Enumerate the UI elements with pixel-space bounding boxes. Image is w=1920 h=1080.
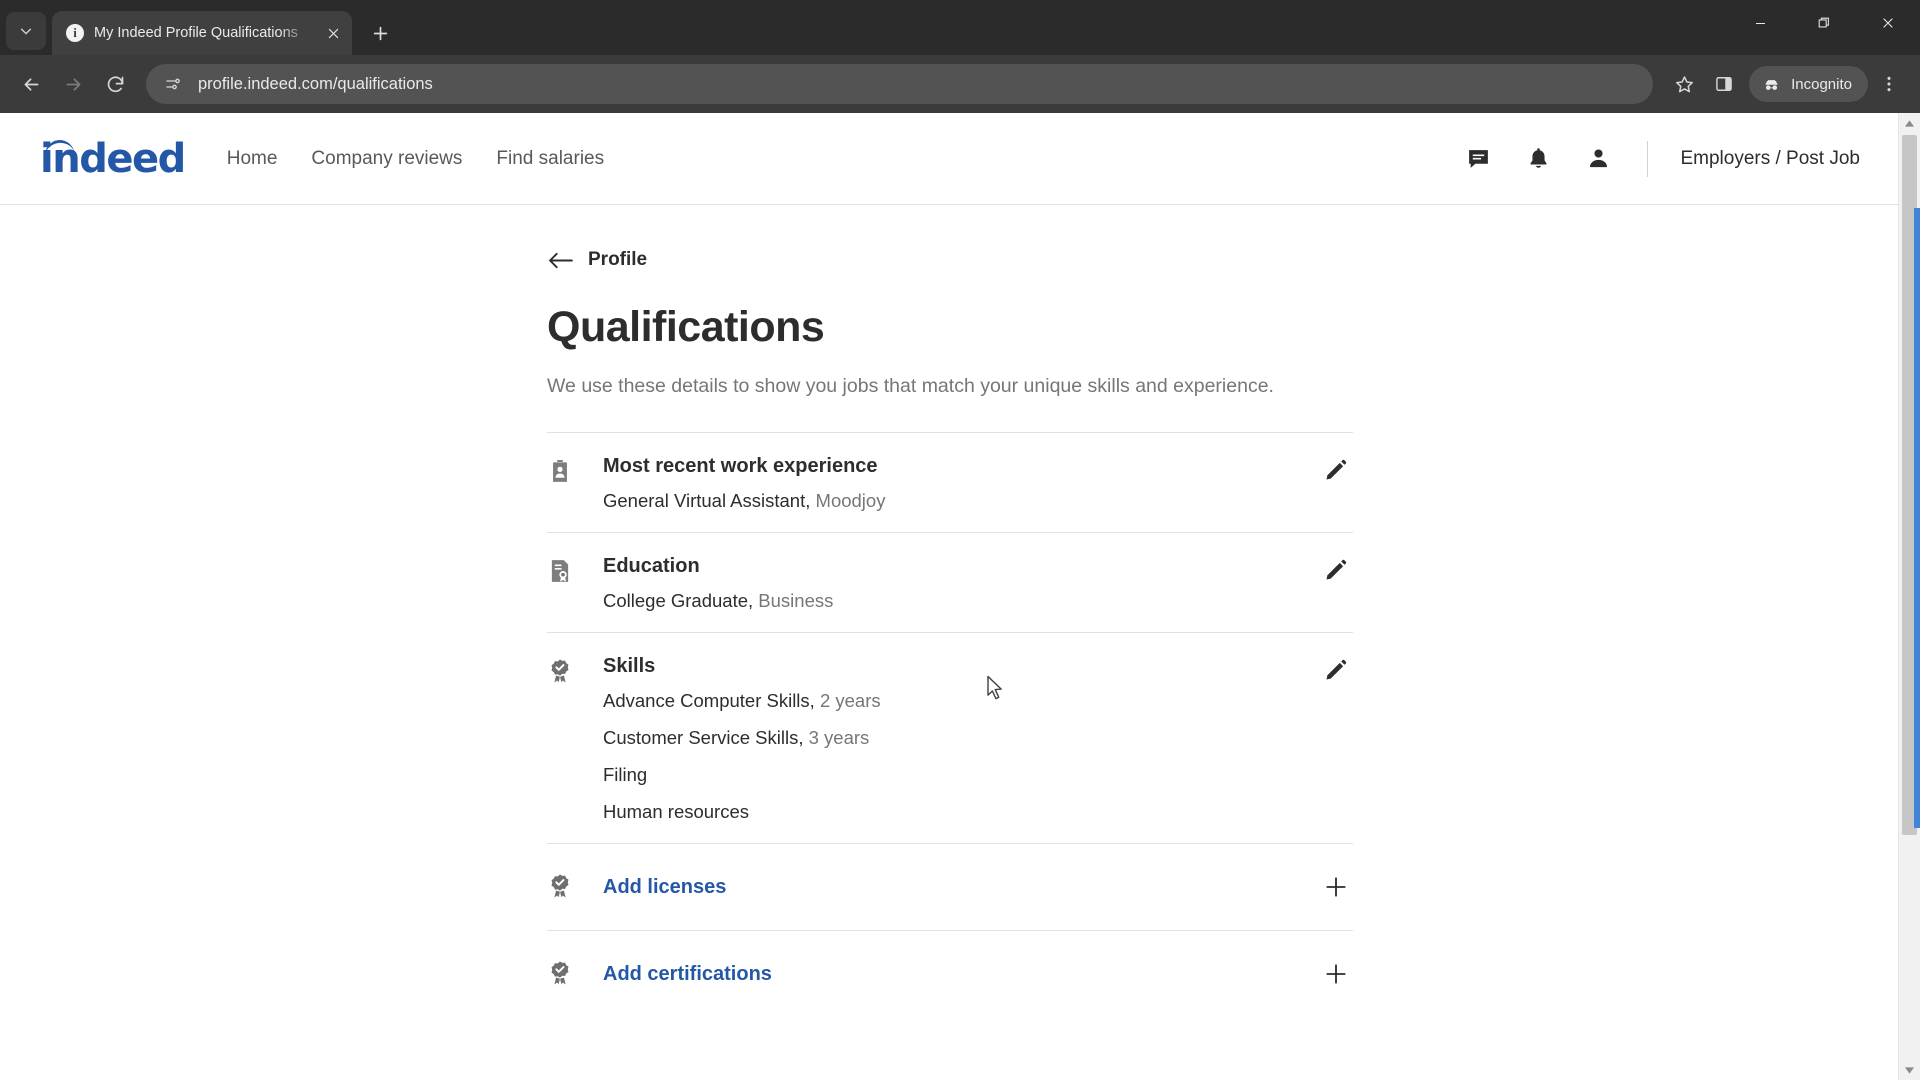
detail-primary: General Virtual Assistant, [603,490,811,512]
star-icon[interactable] [1665,65,1703,103]
side-panel-icon[interactable] [1705,65,1743,103]
section-title: Most recent work experience [603,455,878,478]
section-body: Skills Advance Computer Skills, 2 years … [603,655,1353,823]
scroll-focus-indicator [1914,208,1920,828]
section-title: Education [603,555,700,578]
site-nav: Home Company reviews Find salaries [227,148,604,170]
incognito-label: Incognito [1791,75,1852,93]
site-settings-icon[interactable] [160,71,186,97]
add-licenses-label[interactable]: Add licenses [603,876,1353,899]
restore-button[interactable] [1792,0,1856,46]
tab-search-button[interactable] [6,12,46,50]
section-work-experience: Most recent work experience General Virt… [547,433,1353,532]
detail-primary: College Graduate, [603,590,754,612]
section-skills: Skills Advance Computer Skills, 2 years … [547,633,1353,843]
add-certifications-row[interactable]: Add certifications [547,931,1353,1017]
section-title: Skills [603,655,656,678]
page-title: Qualifications [547,303,825,351]
section-detail-line: General Virtual Assistant, Moodjoy [603,490,1353,512]
close-window-button[interactable] [1856,0,1920,46]
nav-item-company-reviews[interactable]: Company reviews [311,148,462,170]
address-bar[interactable]: profile.indeed.com/qualifications [146,64,1654,104]
page-viewport: indeed Home Company reviews Find salarie… [0,113,1920,1080]
window-controls [1728,0,1920,46]
account-person-icon[interactable] [1581,142,1615,176]
edit-pencil-icon[interactable] [1319,453,1353,487]
new-tab-button[interactable] [362,15,398,51]
forward-arrow-icon[interactable] [54,65,92,103]
page-subtitle: We use these details to show you jobs th… [547,375,1274,397]
detail-secondary: Business [758,590,834,612]
section-detail-line: Human resources [603,801,1353,823]
back-link-label: Profile [588,249,648,270]
incognito-indicator[interactable]: Incognito [1749,66,1868,102]
add-licenses-row[interactable]: Add licenses [547,844,1353,930]
tab-title: My Indeed Profile Qualifications [94,25,298,41]
close-icon[interactable] [322,22,344,44]
browser-tab[interactable]: i My Indeed Profile Qualifications [52,11,352,55]
edit-pencil-icon[interactable] [1319,553,1353,587]
url-text[interactable]: profile.indeed.com/qualifications [198,75,433,94]
three-dot-menu-icon[interactable] [1870,65,1908,103]
indeed-logo[interactable]: indeed [40,136,186,182]
detail-primary: Customer Service Skills, [603,727,804,749]
section-detail-line: Customer Service Skills, 3 years [603,727,1353,749]
edit-pencil-icon[interactable] [1319,653,1353,687]
scroll-down-arrow-icon[interactable] [1899,1060,1920,1080]
back-arrow-icon[interactable] [12,65,50,103]
browser-toolbar: profile.indeed.com/qualifications Incogn… [0,55,1920,113]
tab-strip: i My Indeed Profile Qualifications [0,0,1920,55]
detail-secondary: 3 years [808,727,870,749]
plus-icon[interactable] [1319,957,1353,991]
detail-secondary: Moodjoy [815,490,886,512]
nav-item-find-salaries[interactable]: Find salaries [496,148,604,170]
scroll-up-arrow-icon[interactable] [1899,113,1920,133]
toolbar-right-actions: Incognito [1665,65,1908,103]
nav-item-home[interactable]: Home [227,148,278,170]
plus-icon[interactable] [1319,870,1353,904]
back-arrow-icon [547,251,574,270]
browser-window: i My Indeed Profile Qualifications profi… [0,0,1920,1080]
notifications-bell-icon[interactable] [1521,142,1555,176]
minimize-button[interactable] [1728,0,1792,46]
certifications-ribbon-icon [547,957,603,991]
section-detail-line: Advance Computer Skills, 2 years [603,690,1353,712]
info-icon: i [66,24,84,42]
reload-icon[interactable] [96,65,134,103]
main-content: Profile Qualifications We use these deta… [0,205,1898,1017]
section-body: Most recent work experience General Virt… [603,455,1353,512]
section-detail-line: College Graduate, Business [603,590,1353,612]
employers-post-job-link[interactable]: Employers / Post Job [1680,148,1860,170]
id-badge-icon [547,455,603,512]
messages-icon[interactable] [1461,142,1495,176]
section-body: Add licenses [603,876,1353,899]
incognito-icon [1765,79,1778,90]
skills-ribbon-icon [547,655,603,823]
detail-primary: Human resources [603,801,750,823]
detail-primary: Advance Computer Skills, [603,690,815,712]
section-detail-line: Filing [603,764,1353,786]
section-body: Education College Graduate, Business [603,555,1353,612]
header-divider [1647,140,1649,177]
site-header: indeed Home Company reviews Find salarie… [0,113,1898,205]
licenses-ribbon-icon [547,870,603,904]
site-header-actions: Employers / Post Job [1461,140,1860,177]
detail-secondary: 2 years [819,690,881,712]
content-container: Profile Qualifications We use these deta… [547,249,1353,1017]
section-education: Education College Graduate, Business [547,533,1353,632]
back-to-profile-link[interactable]: Profile [547,249,1353,271]
web-page: indeed Home Company reviews Find salarie… [0,113,1898,1080]
section-body: Add certifications [603,963,1353,986]
add-certifications-label[interactable]: Add certifications [603,963,1353,986]
education-diploma-icon [547,555,603,612]
detail-primary: Filing [603,764,648,786]
